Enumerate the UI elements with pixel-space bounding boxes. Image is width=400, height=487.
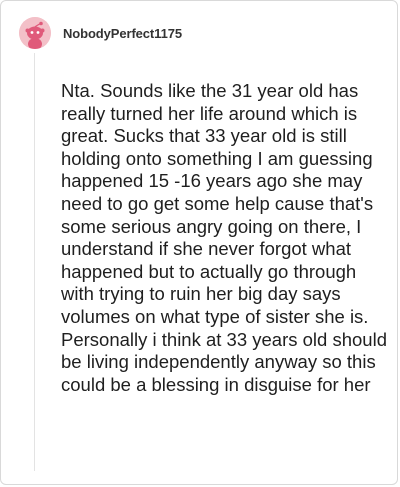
comment-header: NobodyPerfect1175 (19, 17, 182, 49)
avatar[interactable] (19, 17, 51, 49)
thread-line[interactable] (34, 53, 35, 471)
comment-card: NobodyPerfect1175 Nta. Sounds like the 3… (0, 0, 398, 485)
comment-username[interactable]: NobodyPerfect1175 (63, 26, 182, 41)
reddit-snoo-avatar-icon (19, 17, 51, 49)
comment-body: Nta. Sounds like the 31 year old has rea… (61, 80, 387, 395)
